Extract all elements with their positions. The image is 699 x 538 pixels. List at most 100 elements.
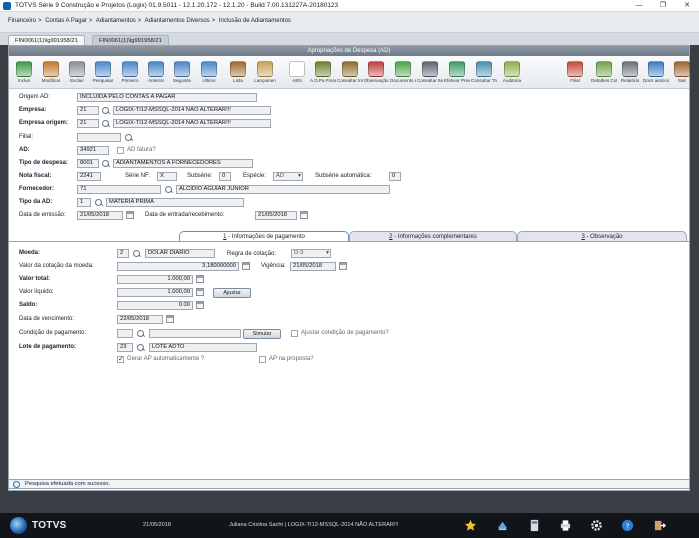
toolbar-button-quote[interactable]: Detalhes Cotação bbox=[591, 58, 617, 88]
valor-liquido-field[interactable]: 1.000,00 bbox=[117, 288, 193, 297]
tipo-ad-code-field[interactable]: 1 bbox=[77, 198, 91, 207]
valor-total-calc-icon[interactable] bbox=[196, 275, 204, 283]
data-vencimento-calendar-icon[interactable] bbox=[166, 315, 174, 323]
minimize-button[interactable]: — bbox=[627, 0, 651, 12]
toolbar-button-document[interactable]: Documento & Título bbox=[390, 58, 416, 88]
data-entrada-field[interactable]: 21/05/2018 bbox=[255, 211, 297, 220]
nota-fiscal-field[interactable]: 2241 bbox=[77, 172, 101, 181]
vigencia-calendar-icon[interactable] bbox=[339, 262, 347, 270]
especie-select[interactable]: AD bbox=[273, 172, 303, 181]
data-emissao-calendar-icon[interactable] bbox=[126, 211, 134, 219]
taskbar-date: 21/05/2018 bbox=[143, 522, 171, 528]
condicao-pagamento-lookup-icon[interactable] bbox=[137, 330, 145, 338]
tab-fin0061-1[interactable]: FIN0061(1)\lg991958/21 bbox=[8, 35, 85, 45]
toolbar-button-note[interactable]: Observação bbox=[363, 58, 389, 88]
toolbar-button-transfer[interactable]: Consultar Transf. bbox=[471, 58, 497, 88]
lote-pagamento-code-field[interactable]: 23 bbox=[117, 343, 133, 352]
empresa-code-field[interactable]: 21 bbox=[77, 106, 99, 115]
lote-pagamento-lookup-icon[interactable] bbox=[137, 344, 145, 352]
toolbar-button-label: Incluir bbox=[17, 78, 31, 83]
toolbar-button-first[interactable]: Primeiro bbox=[117, 58, 143, 88]
gerar-ap-checkbox[interactable] bbox=[117, 355, 124, 363]
printer-icon[interactable] bbox=[559, 519, 572, 532]
ajustar-condicao-checkbox[interactable] bbox=[291, 330, 298, 337]
breadcrumb-item[interactable]: Contas A Pagar bbox=[45, 18, 87, 24]
vigencia-field[interactable]: 21/05/2018 bbox=[290, 262, 336, 271]
tab-fin0061-2[interactable]: FIN0061(1)\lg991958/21 bbox=[92, 35, 169, 45]
moeda-lookup-icon[interactable] bbox=[133, 250, 141, 258]
tipo-despesa-lookup-icon[interactable] bbox=[102, 160, 110, 168]
data-emissao-field[interactable]: 21/05/2018 bbox=[77, 211, 123, 220]
restore-button[interactable]: ❐ bbox=[651, 0, 675, 12]
data-entrada-calendar-icon[interactable] bbox=[300, 211, 308, 219]
favorites-star-icon[interactable] bbox=[464, 519, 477, 532]
toolbar-button-label: Efetivar Previsão bbox=[444, 78, 470, 83]
regra-cotacao-select[interactable]: D-3 bbox=[291, 249, 331, 258]
ad-fatura-label: AD fatura? bbox=[127, 147, 156, 153]
empresa-origem-code-field[interactable]: 21 bbox=[77, 119, 99, 128]
document-icon bbox=[395, 61, 411, 77]
toolbar-button-items[interactable]: Consultar Itens bbox=[417, 58, 443, 88]
tab-label: - Informações de pagamento bbox=[226, 234, 305, 240]
toolbar-button-search[interactable]: Pesquisar bbox=[90, 58, 116, 88]
breadcrumb-item[interactable]: Inclusão de Adiantamentos bbox=[219, 18, 291, 24]
simular-button[interactable]: Simular bbox=[243, 329, 281, 339]
moeda-code-field[interactable]: 2 bbox=[117, 249, 129, 258]
toolbar-button-audit[interactable]: Auditoria bbox=[499, 58, 525, 88]
toolbar-button-exit[interactable]: Sair bbox=[669, 58, 695, 88]
close-button[interactable]: ✕ bbox=[675, 0, 699, 12]
erp-icon[interactable] bbox=[496, 519, 509, 532]
toolbar-button-last[interactable]: Último bbox=[196, 58, 222, 88]
subserie-field[interactable]: 0 bbox=[219, 172, 231, 181]
valor-cotacao-field[interactable]: 3,180000000 bbox=[117, 262, 239, 271]
tab-label: - Observação bbox=[584, 234, 623, 240]
data-vencimento-field[interactable]: 22/05/2018 bbox=[117, 315, 163, 324]
fornecedor-lookup-icon[interactable] bbox=[165, 186, 173, 194]
toolbar-button-forecast[interactable]: Efetivar Previsão bbox=[444, 58, 470, 88]
toolbar-button-next[interactable]: Seguinte bbox=[169, 58, 195, 88]
toolbar-button-label: Sair bbox=[677, 78, 687, 83]
calculator-icon[interactable] bbox=[528, 519, 541, 532]
ad-number-field[interactable]: 34921 bbox=[77, 146, 109, 155]
filial-lookup-icon[interactable] bbox=[125, 134, 133, 142]
valor-total-field[interactable]: 1.000,00 bbox=[117, 275, 193, 284]
toolbar-button-printer[interactable]: Relatório bbox=[617, 58, 643, 88]
settings-gear-icon[interactable] bbox=[590, 519, 603, 532]
toolbar-button-label: Documento & Título bbox=[390, 78, 416, 83]
subserie-auto-field[interactable]: 0 bbox=[389, 172, 401, 181]
toolbar-button-branch[interactable]: Filial bbox=[562, 58, 588, 88]
condicao-pagamento-code-field[interactable] bbox=[117, 329, 133, 338]
toolbar-button-attached-docs[interactable]: Docs associados bbox=[643, 58, 669, 88]
toolbar-button-list[interactable]: Lista bbox=[225, 58, 251, 88]
valor-cotacao-calc-icon[interactable] bbox=[242, 262, 250, 270]
toolbar-button-previous[interactable]: Anterior bbox=[143, 58, 169, 88]
toolbar-button-taxes[interactable]: Consultar Impostos bbox=[337, 58, 363, 88]
tipo-ad-lookup-icon[interactable] bbox=[95, 199, 103, 207]
exit-icon[interactable] bbox=[653, 519, 666, 532]
breadcrumb-item[interactable]: Financeiro bbox=[8, 18, 36, 24]
tipo-despesa-code-field[interactable]: 8001 bbox=[77, 159, 99, 168]
valor-liquido-calc-icon[interactable] bbox=[196, 288, 204, 296]
empresa-origem-lookup-icon[interactable] bbox=[102, 120, 110, 128]
toolbar-button-aen[interactable]: AEN bbox=[284, 58, 310, 88]
help-icon[interactable]: ? bbox=[621, 519, 634, 532]
breadcrumb-item[interactable]: Adiantamentos bbox=[96, 18, 136, 24]
toolbar-button-entries[interactable]: Lançamen bbox=[252, 58, 278, 88]
condicao-pagamento-label: Condição de pagamento: bbox=[19, 330, 87, 336]
empresa-lookup-icon[interactable] bbox=[102, 107, 110, 115]
toolbar-button-finance[interactable]: A.D.Pa Financeiro bbox=[310, 58, 336, 88]
filial-field[interactable] bbox=[77, 133, 121, 142]
toolbar-button-edit[interactable]: Modificar bbox=[38, 58, 64, 88]
ad-fatura-checkbox[interactable] bbox=[117, 147, 124, 154]
breadcrumb-item[interactable]: Adiantamentos Diversos bbox=[145, 18, 210, 24]
branch-icon bbox=[567, 61, 583, 77]
status-bar: Pesquisa efetuada com sucesso. bbox=[8, 479, 690, 489]
toolbar-button-add[interactable]: Incluir bbox=[11, 58, 37, 88]
saldo-calc-icon[interactable] bbox=[196, 301, 204, 309]
ajustar-button[interactable]: Ajustar bbox=[213, 288, 251, 298]
ap-proposta-checkbox[interactable] bbox=[259, 356, 266, 363]
toolbar-button-delete[interactable]: Excluir bbox=[64, 58, 90, 88]
serie-nf-field[interactable]: X bbox=[157, 172, 177, 181]
ad-label: AD: bbox=[19, 147, 30, 153]
fornecedor-code-field[interactable]: 71 bbox=[77, 185, 161, 194]
